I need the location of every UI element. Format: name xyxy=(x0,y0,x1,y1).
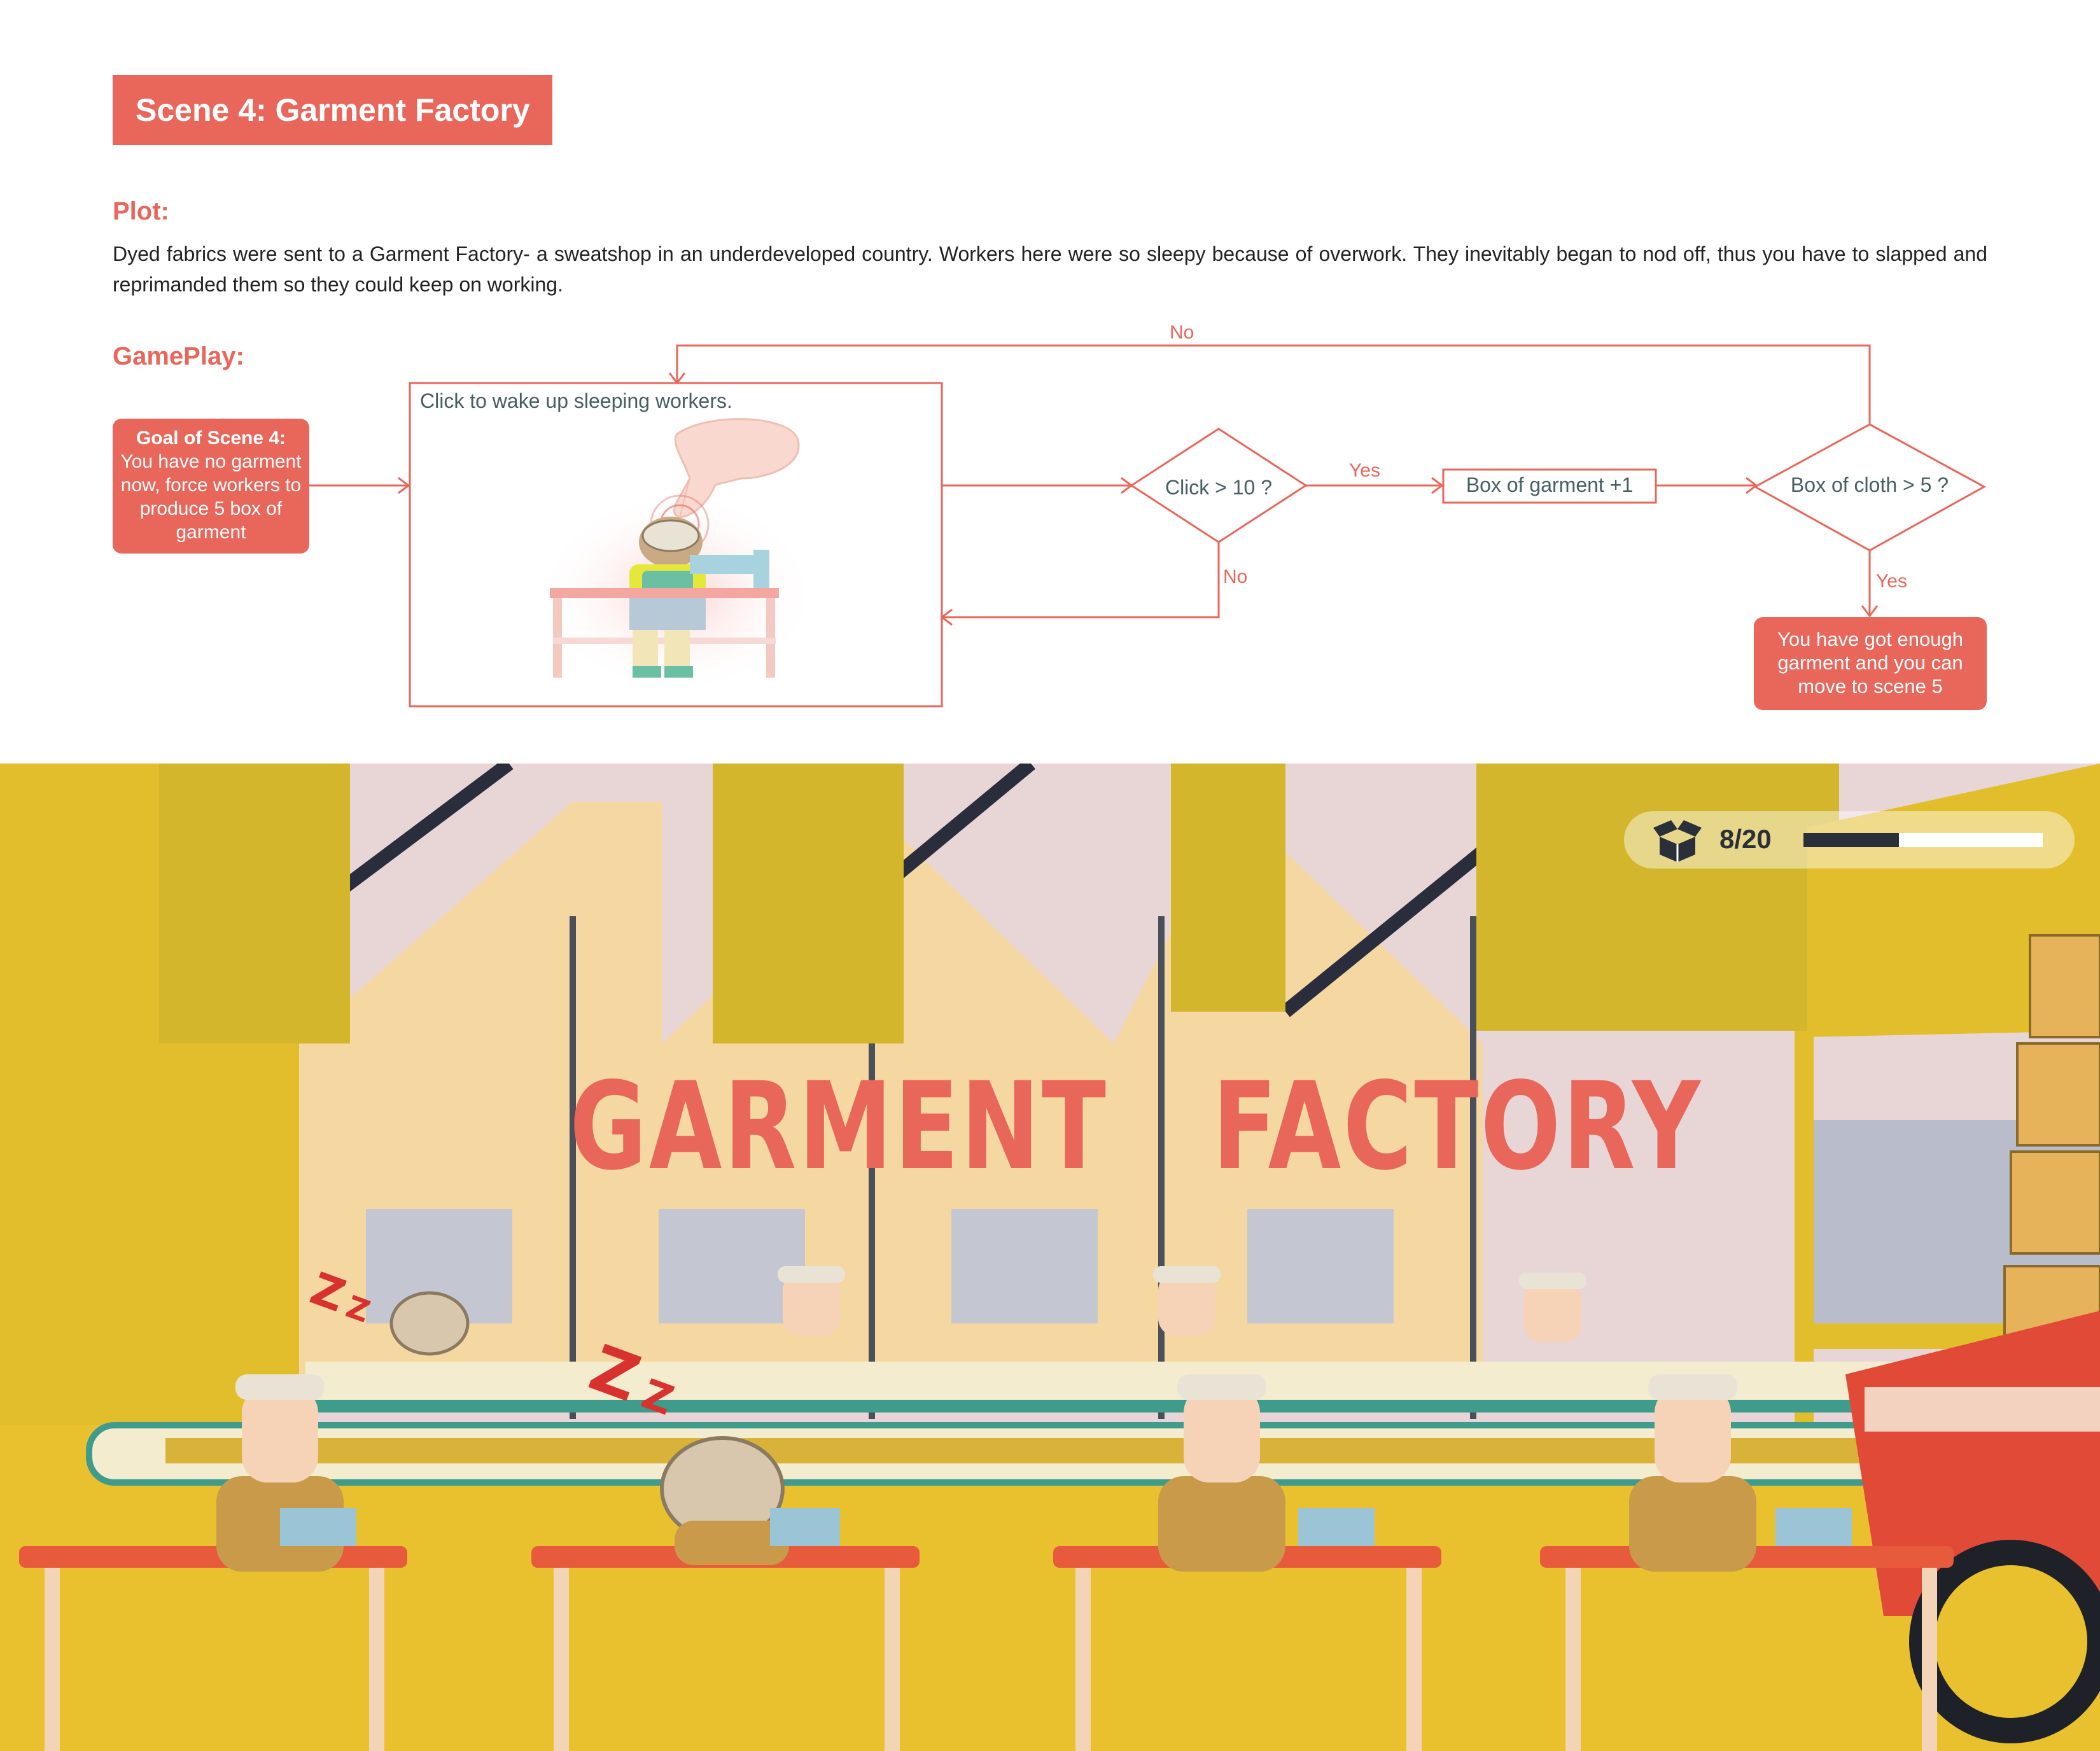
garment-count: 8/20 xyxy=(1719,824,1772,854)
goal-text: You have no garment now, force workers t… xyxy=(120,451,302,543)
worker-awake xyxy=(1158,1374,1375,1572)
open-box-icon xyxy=(1653,820,1702,862)
workers-layer xyxy=(216,1266,1852,1572)
garment-progress-hud: 8/20 xyxy=(1624,811,2075,869)
click-decision-label: Click > 10 ? xyxy=(1165,476,1273,499)
goal-title: Goal of Scene 4: xyxy=(136,428,286,449)
worker-awake xyxy=(216,1374,356,1572)
yes-label-cloth: Yes xyxy=(1876,571,1907,592)
box-garment-label: Box of garment +1 xyxy=(1466,473,1634,496)
no-label-click: No xyxy=(1223,566,1248,587)
game-scene[interactable]: Z Z Z Z GARMENT FACTORY xyxy=(0,764,2100,1751)
no-label-cloth: No xyxy=(1170,322,1194,343)
progress-fill xyxy=(1803,833,1900,847)
yes-label-click: Yes xyxy=(1349,460,1380,481)
worker-sleeping xyxy=(660,1436,840,1565)
factory-sign: GARMENT FACTORY xyxy=(570,1056,1703,1197)
worker-awake xyxy=(1629,1374,1852,1572)
worker-click-illustration xyxy=(537,418,817,695)
end-box: You have got enough garment and you can … xyxy=(1754,617,1987,710)
cloth-decision-label: Box of cloth > 5 ? xyxy=(1790,473,1949,496)
progress-track xyxy=(1803,833,2043,847)
goal-box: Goal of Scene 4: You have no garment now… xyxy=(113,419,309,554)
